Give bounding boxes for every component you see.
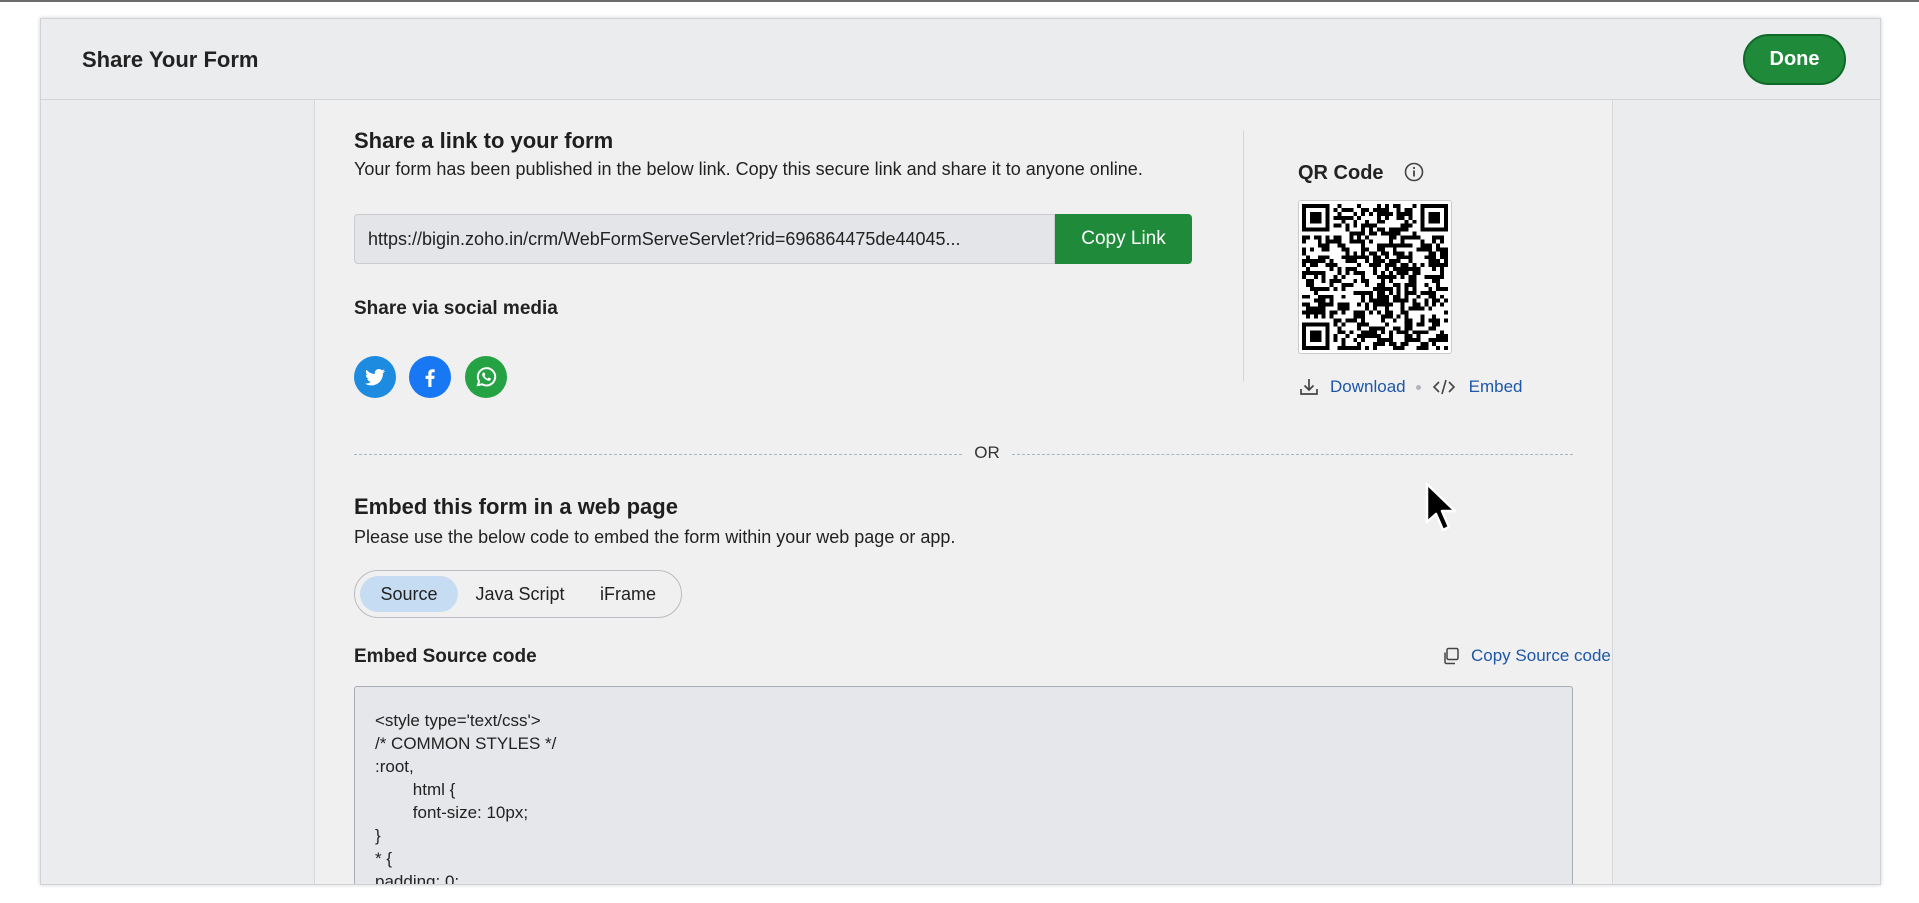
share-form-modal: Share Your Form Done Share a link to you… <box>40 18 1881 885</box>
qr-embed-link[interactable]: Embed <box>1469 377 1523 397</box>
copy-icon <box>1444 647 1459 665</box>
twitter-icon <box>365 369 385 386</box>
or-label: OR <box>974 443 1000 462</box>
share-link-title: Share a link to your form <box>354 128 614 153</box>
copy-link-button[interactable]: Copy Link <box>1055 214 1192 264</box>
embed-title: Embed this form in a web page <box>354 494 678 519</box>
qr-download-link[interactable]: Download <box>1330 377 1406 397</box>
share-panel: Share a link to your form Your form has … <box>314 100 1613 884</box>
social-title: Share via social media <box>354 298 558 319</box>
divider-line-right <box>1012 454 1573 455</box>
embed-code-title: Embed Source code <box>354 646 537 667</box>
form-link-field[interactable]: https://bigin.zoho.in/crm/WebFormServeSe… <box>354 214 1055 264</box>
tab-source[interactable]: Source <box>360 576 458 612</box>
divider-line-left <box>354 454 962 455</box>
embed-source-code[interactable]: <style type='text/css'> /* COMMON STYLES… <box>354 686 1573 884</box>
qr-actions: Download Embed <box>1298 376 1522 398</box>
separator-dot <box>1415 384 1421 390</box>
embed-type-tabs: Source Java Script iFrame <box>354 570 682 618</box>
or-divider: OR <box>354 443 1573 467</box>
twitter-share-button[interactable] <box>354 356 396 398</box>
qr-code-title: QR Code <box>1298 162 1384 184</box>
mouse-pointer-icon <box>1425 482 1457 532</box>
facebook-share-button[interactable] <box>409 356 451 398</box>
whatsapp-icon <box>476 367 497 387</box>
tab-iframe[interactable]: iFrame <box>583 576 673 612</box>
copy-source-code-button[interactable]: Copy Source code <box>1441 646 1611 666</box>
modal-header: Share Your Form Done <box>41 19 1880 100</box>
code-icon <box>1432 379 1455 395</box>
window-top-edge <box>0 0 1919 2</box>
whatsapp-share-button[interactable] <box>465 356 507 398</box>
copy-source-code-label: Copy Source code <box>1471 646 1611 665</box>
facebook-icon <box>425 369 435 387</box>
tab-javascript[interactable]: Java Script <box>465 576 575 612</box>
qr-code-image <box>1298 200 1452 354</box>
section-divider <box>1243 130 1244 382</box>
embed-description: Please use the below code to embed the f… <box>354 527 956 547</box>
share-link-description: Your form has been published in the belo… <box>354 159 1143 179</box>
done-button[interactable]: Done <box>1743 34 1846 85</box>
download-icon <box>1300 379 1318 395</box>
modal-title: Share Your Form <box>82 47 259 72</box>
info-icon[interactable] <box>1404 162 1424 182</box>
